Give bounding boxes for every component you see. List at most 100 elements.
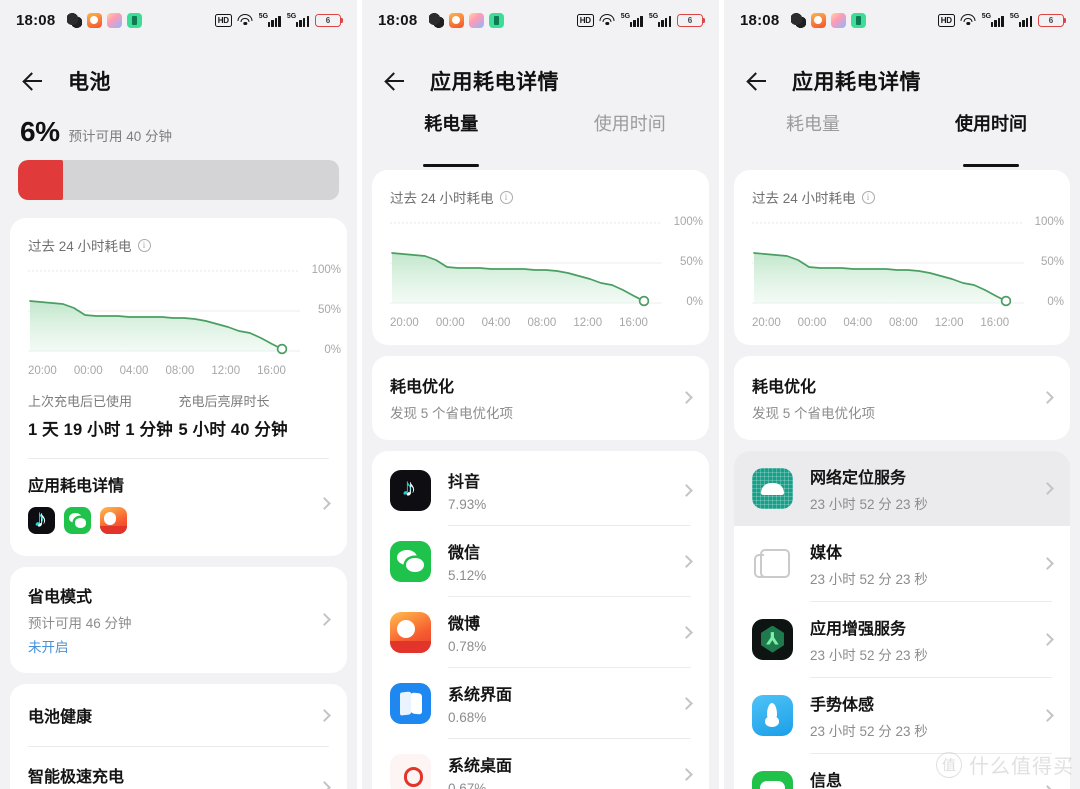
power-optimize-entry[interactable]: 耗电优化 发现 5 个省电优化项 xyxy=(734,356,1070,440)
x-tick: 04:00 xyxy=(481,317,511,329)
status-bar-time: 18:08 xyxy=(378,11,418,29)
wechat-icon xyxy=(67,12,83,28)
fast-charge-entry[interactable]: 智能极速充电 已开启 xyxy=(10,747,347,789)
signal-icon-2: 5G xyxy=(1010,13,1032,27)
gallery-icon xyxy=(107,12,123,28)
app-power-list: 抖音 7.93% 微信 5.12% xyxy=(372,451,709,789)
app-name: 应用增强服务 xyxy=(810,621,907,638)
entry-texts: 耗电优化 发现 5 个省电优化项 xyxy=(390,373,672,422)
list-item-meta: 信息 23 小时 52 分 23 秒 xyxy=(810,767,1033,789)
page-title: 电池 xyxy=(68,71,111,94)
app-name: 微博 xyxy=(448,616,481,633)
screenshot-root: 18:08 HD 5G 5G 6 电池 6% 预计可用 40 分钟 过去 24 … xyxy=(0,0,1080,789)
tab-label: 耗电量 xyxy=(786,114,840,134)
list-item[interactable]: 手势体感 23 小时 52 分 23 秒 xyxy=(734,678,1070,753)
app-enhance-icon xyxy=(752,619,793,660)
usage-chart-card: 过去 24 小时耗电 i 100% 50% 0% 20:00 00:00 04:… xyxy=(372,170,709,345)
wifi-icon xyxy=(599,14,615,26)
signal-icon-1: 5G xyxy=(621,13,643,27)
status-bar-notification-icons xyxy=(429,12,505,28)
panel-app-power-consumption: 18:08 HD 5G 5G 6 应用耗电详情 耗电量 使用时间 过去 24 小… xyxy=(362,0,719,789)
signal-icon-2: 5G xyxy=(649,13,671,27)
back-button[interactable] xyxy=(744,68,770,94)
panel3-content: 过去 24 小时耗电 i 100% 50% 0% 20:00 00:00 04:… xyxy=(724,170,1080,789)
entry-texts: 应用耗电详情 xyxy=(28,472,310,534)
tab-label: 使用时间 xyxy=(955,114,1027,134)
x-tick: 20:00 xyxy=(752,317,781,329)
list-item[interactable]: 媒体 23 小时 52 分 23 秒 xyxy=(734,526,1070,601)
chevron-right-icon xyxy=(680,625,693,639)
app-name: 媒体 xyxy=(810,545,843,562)
list-item-meta: 手势体感 23 小时 52 分 23 秒 xyxy=(810,691,1033,740)
x-tick: 08:00 xyxy=(527,317,557,329)
x-axis-labels: 20:00 00:00 04:00 08:00 12:00 16:00 xyxy=(734,315,1070,329)
battery-percent: 6% xyxy=(20,116,60,147)
battery-estimate: 预计可用 40 分钟 xyxy=(68,129,172,144)
power-save-mode-entry[interactable]: 省电模式 预计可用 46 分钟 未开启 xyxy=(10,567,347,673)
info-icon[interactable]: i xyxy=(499,190,513,204)
wechat-icon xyxy=(791,12,807,28)
nav-bar: 应用耗电详情 xyxy=(724,40,1080,100)
y-axis-label-100: 100% xyxy=(311,264,341,276)
list-item[interactable]: 微博 0.78% xyxy=(372,597,709,667)
info-icon[interactable]: i xyxy=(861,190,875,204)
battery-health-entry[interactable]: 电池健康 xyxy=(10,684,347,746)
weibo-icon xyxy=(100,507,127,534)
battery-settings-card: 电池健康 智能极速充电 已开启 xyxy=(10,684,347,789)
tab-usage-time[interactable]: 使用时间 xyxy=(902,110,1080,158)
battery-line-chart xyxy=(390,222,662,307)
status-bar-time: 18:08 xyxy=(16,11,56,29)
power-optimize-card: 耗电优化 发现 5 个省电优化项 xyxy=(734,356,1070,440)
android-icon xyxy=(752,468,793,509)
entry-texts: 省电模式 预计可用 46 分钟 未开启 xyxy=(28,583,310,656)
weibo-icon xyxy=(390,611,431,653)
signal-icon-1: 5G xyxy=(982,13,1004,27)
x-tick: 16:00 xyxy=(257,365,286,377)
chevron-right-icon xyxy=(1041,391,1054,404)
app-usage-list: 网络定位服务 23 小时 52 分 23 秒 媒体 23 小时 52 分 23 … xyxy=(734,451,1070,789)
back-button[interactable] xyxy=(20,68,46,94)
green-app-icon xyxy=(851,12,867,28)
app-name: 系统桌面 xyxy=(448,758,513,775)
entry-sub: 发现 5 个省电优化项 xyxy=(390,406,514,421)
list-item-meta: 网络定位服务 23 小时 52 分 23 秒 xyxy=(810,464,1033,513)
list-item[interactable]: 抖音 7.93% xyxy=(372,455,709,525)
battery-bar xyxy=(18,160,339,200)
chart-title-text: 过去 24 小时耗电 xyxy=(752,191,856,206)
stat-since-charge: 上次充电后已使用 1 天 19 小时 1 分钟 xyxy=(28,391,179,440)
x-tick: 04:00 xyxy=(119,365,149,377)
usage-chart-card: 过去 24 小时耗电 i 100% 50% 0% 20:00 00:00 04:… xyxy=(10,218,347,556)
chevron-right-icon xyxy=(680,483,693,497)
app-name: 系统界面 xyxy=(448,687,513,704)
chevron-right-icon xyxy=(1041,709,1054,722)
system-ui-icon xyxy=(390,682,431,724)
tab-usage-time[interactable]: 使用时间 xyxy=(541,110,720,158)
list-item[interactable]: 系统界面 0.68% xyxy=(372,668,709,738)
power-optimize-entry[interactable]: 耗电优化 发现 5 个省电优化项 xyxy=(372,356,709,440)
weibo-icon xyxy=(449,12,465,28)
tab-power-usage[interactable]: 耗电量 xyxy=(362,110,541,158)
chevron-right-icon xyxy=(1041,482,1054,495)
list-item[interactable]: 应用增强服务 23 小时 52 分 23 秒 xyxy=(734,602,1070,677)
battery-bar-fill xyxy=(18,160,63,200)
messages-icon xyxy=(752,771,793,789)
app-name: 网络定位服务 xyxy=(810,470,907,487)
info-icon[interactable]: i xyxy=(137,238,151,252)
battery-line-chart xyxy=(752,222,1024,307)
entry-texts: 耗电优化 发现 5 个省电优化项 xyxy=(752,373,1033,422)
list-item[interactable]: 信息 23 小时 52 分 23 秒 xyxy=(734,754,1070,789)
status-bar-notification-icons xyxy=(67,12,143,28)
stat-label: 上次充电后已使用 xyxy=(28,394,133,409)
back-button[interactable] xyxy=(382,68,408,94)
app-power-detail-entry[interactable]: 应用耗电详情 xyxy=(10,459,347,544)
list-item[interactable]: 系统桌面 0.67% xyxy=(372,739,709,789)
list-item[interactable]: 微信 5.12% xyxy=(372,526,709,596)
douyin-icon xyxy=(28,507,55,534)
chevron-right-icon xyxy=(318,496,331,510)
battery-percent-row: 6% 预计可用 40 分钟 xyxy=(0,100,357,148)
tab-power-usage[interactable]: 耗电量 xyxy=(724,110,902,158)
wechat-icon xyxy=(390,540,431,582)
chart-card-title: 过去 24 小时耗电 i xyxy=(372,187,709,207)
list-item[interactable]: 网络定位服务 23 小时 52 分 23 秒 xyxy=(734,451,1070,526)
x-tick: 00:00 xyxy=(435,317,465,329)
